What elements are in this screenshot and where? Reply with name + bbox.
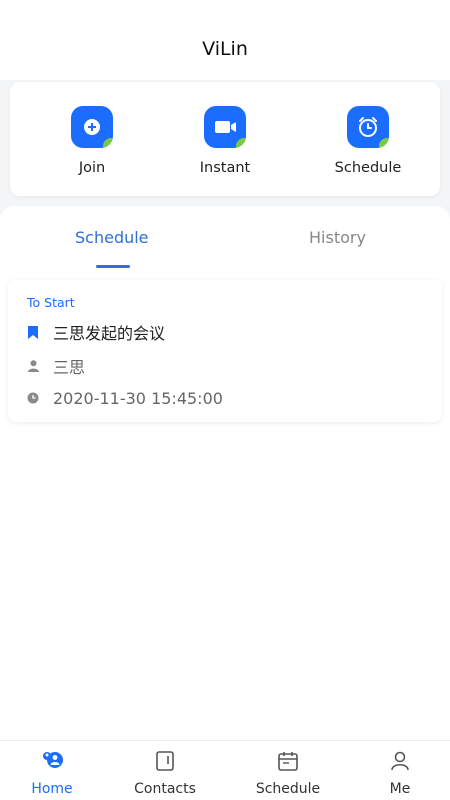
quick-actions-card: Join Instant Schedule — [10, 82, 440, 196]
nav-schedule[interactable]: Schedule — [243, 749, 333, 797]
meeting-title: 三思发起的会议 — [53, 324, 166, 343]
bookmark-icon — [27, 325, 39, 339]
meeting-datetime: 2020-11-30 15:45:00 — [53, 388, 223, 408]
nav-me[interactable]: Me — [355, 749, 445, 797]
join-label: Join — [78, 160, 106, 176]
alarm-clock-icon — [347, 106, 389, 148]
video-camera-icon — [204, 106, 246, 148]
tab-schedule[interactable]: Schedule — [75, 228, 149, 247]
clock-icon — [27, 391, 39, 405]
calendar-icon — [276, 749, 300, 773]
contacts-book-icon — [153, 749, 177, 773]
meetings-panel: Schedule History To Start 三思发起的会议 三思 202… — [0, 206, 450, 740]
home-users-icon — [40, 749, 64, 773]
join-plus-icon — [71, 106, 113, 148]
status-badge: To Start — [27, 295, 75, 310]
nav-home[interactable]: Home — [7, 749, 97, 797]
schedule-label: Schedule — [334, 160, 402, 176]
instant-meeting-button[interactable]: Instant — [175, 106, 275, 176]
person-icon — [388, 749, 412, 773]
schedule-meeting-button[interactable]: Schedule — [318, 106, 418, 176]
meeting-host-row: 三思 — [27, 356, 86, 377]
instant-label: Instant — [199, 160, 251, 176]
meeting-host: 三思 — [53, 358, 86, 377]
meeting-card[interactable]: To Start 三思发起的会议 三思 2020-11-30 15:45:00 — [8, 280, 442, 422]
join-button[interactable]: Join — [42, 106, 142, 176]
tab-indicator — [96, 265, 130, 268]
bottom-tabbar: Home Contacts Schedule Me — [0, 740, 450, 800]
meeting-title-row: 三思发起的会议 — [27, 322, 166, 343]
nav-schedule-label: Schedule — [255, 781, 321, 797]
nav-me-label: Me — [389, 781, 411, 797]
nav-home-label: Home — [31, 781, 73, 797]
nav-contacts-label: Contacts — [134, 781, 196, 797]
person-icon — [27, 359, 39, 373]
app-title: ViLin — [202, 38, 248, 60]
nav-contacts[interactable]: Contacts — [120, 749, 210, 797]
meeting-time-row: 2020-11-30 15:45:00 — [27, 388, 223, 408]
tab-history[interactable]: History — [309, 228, 366, 247]
header: ViLin — [0, 0, 450, 80]
